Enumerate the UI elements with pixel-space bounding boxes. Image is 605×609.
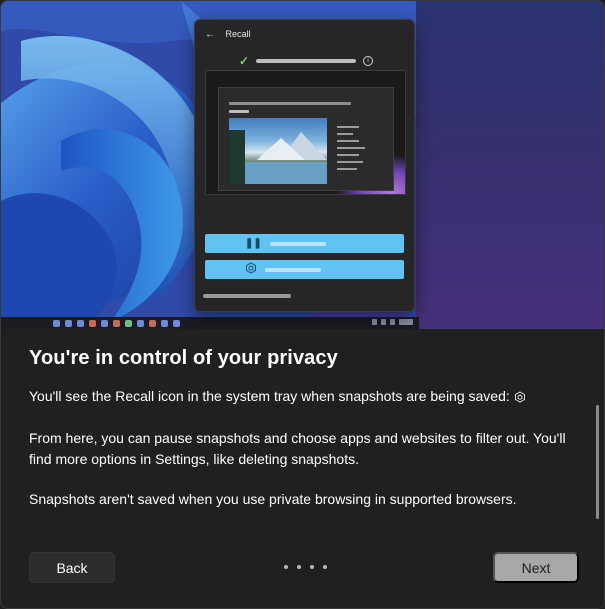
placeholder-bar	[269, 241, 326, 246]
pause-description: From here, you can pause snapshots and c…	[29, 430, 566, 467]
snapshot-preview	[205, 70, 406, 195]
tray-description: You'll see the Recall icon in the system…	[29, 386, 569, 409]
placeholder-bar	[265, 267, 321, 272]
tray-icon	[372, 319, 377, 325]
placeholder-line	[337, 168, 357, 170]
tray-icon	[390, 319, 395, 325]
browser-window-illustration	[218, 87, 394, 191]
app-icon	[89, 319, 96, 327]
next-button[interactable]: Next	[493, 552, 579, 583]
trees-shape	[229, 130, 245, 184]
recall-window-title: Recall	[225, 29, 251, 39]
mountain-shape	[257, 138, 305, 160]
snapshot-status-row: ✓ i	[239, 54, 374, 68]
placeholder-line	[337, 126, 359, 128]
taskbar-illustration	[1, 317, 419, 329]
placeholder-line	[337, 154, 359, 156]
info-icon: i	[363, 56, 374, 66]
recall-settings-illustration	[205, 260, 404, 279]
dialog-content: You're in control of your privacy You'll…	[29, 347, 569, 529]
search-icon	[65, 319, 72, 327]
recall-onboarding-dialog: ← Recall ✓ i ❚❚ You're in control of you…	[0, 0, 605, 609]
placeholder-line	[337, 147, 365, 149]
taskview-icon	[77, 319, 84, 327]
recall-window-illustration: ← Recall ✓ i ❚❚	[194, 19, 415, 312]
page-indicator	[284, 565, 327, 569]
back-button[interactable]: Back	[29, 552, 115, 583]
page-title: You're in control of your privacy	[29, 347, 338, 369]
placeholder-bar	[203, 294, 291, 298]
start-icon	[53, 319, 60, 327]
app-icon	[173, 319, 180, 327]
page-dot	[310, 565, 314, 569]
wallpaper-right-section	[416, 1, 604, 329]
system-tray-illustration	[372, 319, 413, 325]
clock-placeholder	[399, 319, 413, 325]
tray-description-text: You'll see the Recall icon in the system…	[29, 388, 510, 404]
placeholder-bar	[229, 110, 249, 113]
placeholder-line	[337, 140, 359, 142]
scrollbar[interactable]	[596, 405, 599, 519]
placeholder-line	[337, 161, 363, 163]
pause-snapshots-illustration: ❚❚	[205, 234, 404, 253]
tray-icon	[381, 319, 386, 325]
hero-illustration: ← Recall ✓ i ❚❚	[1, 1, 604, 329]
recall-icon	[514, 388, 526, 409]
app-icon	[101, 319, 108, 327]
app-icon	[125, 319, 132, 327]
landscape-photo	[229, 118, 327, 184]
recall-titlebar: ← Recall	[205, 29, 251, 40]
recall-icon	[245, 262, 257, 277]
back-arrow-icon: ←	[205, 29, 215, 40]
page-dot	[284, 565, 288, 569]
private-browsing-description: Snapshots aren't saved when you use priv…	[29, 491, 517, 507]
app-icon	[113, 319, 120, 327]
page-dot	[297, 565, 301, 569]
pause-icon: ❚❚	[245, 237, 262, 249]
app-icon	[161, 319, 168, 327]
app-icon	[137, 319, 144, 327]
checkmark-icon: ✓	[239, 54, 250, 68]
placeholder-bar	[229, 102, 351, 105]
page-dot	[323, 565, 327, 569]
placeholder-line	[337, 133, 353, 135]
app-icon	[149, 319, 156, 327]
placeholder-bar	[256, 59, 357, 63]
